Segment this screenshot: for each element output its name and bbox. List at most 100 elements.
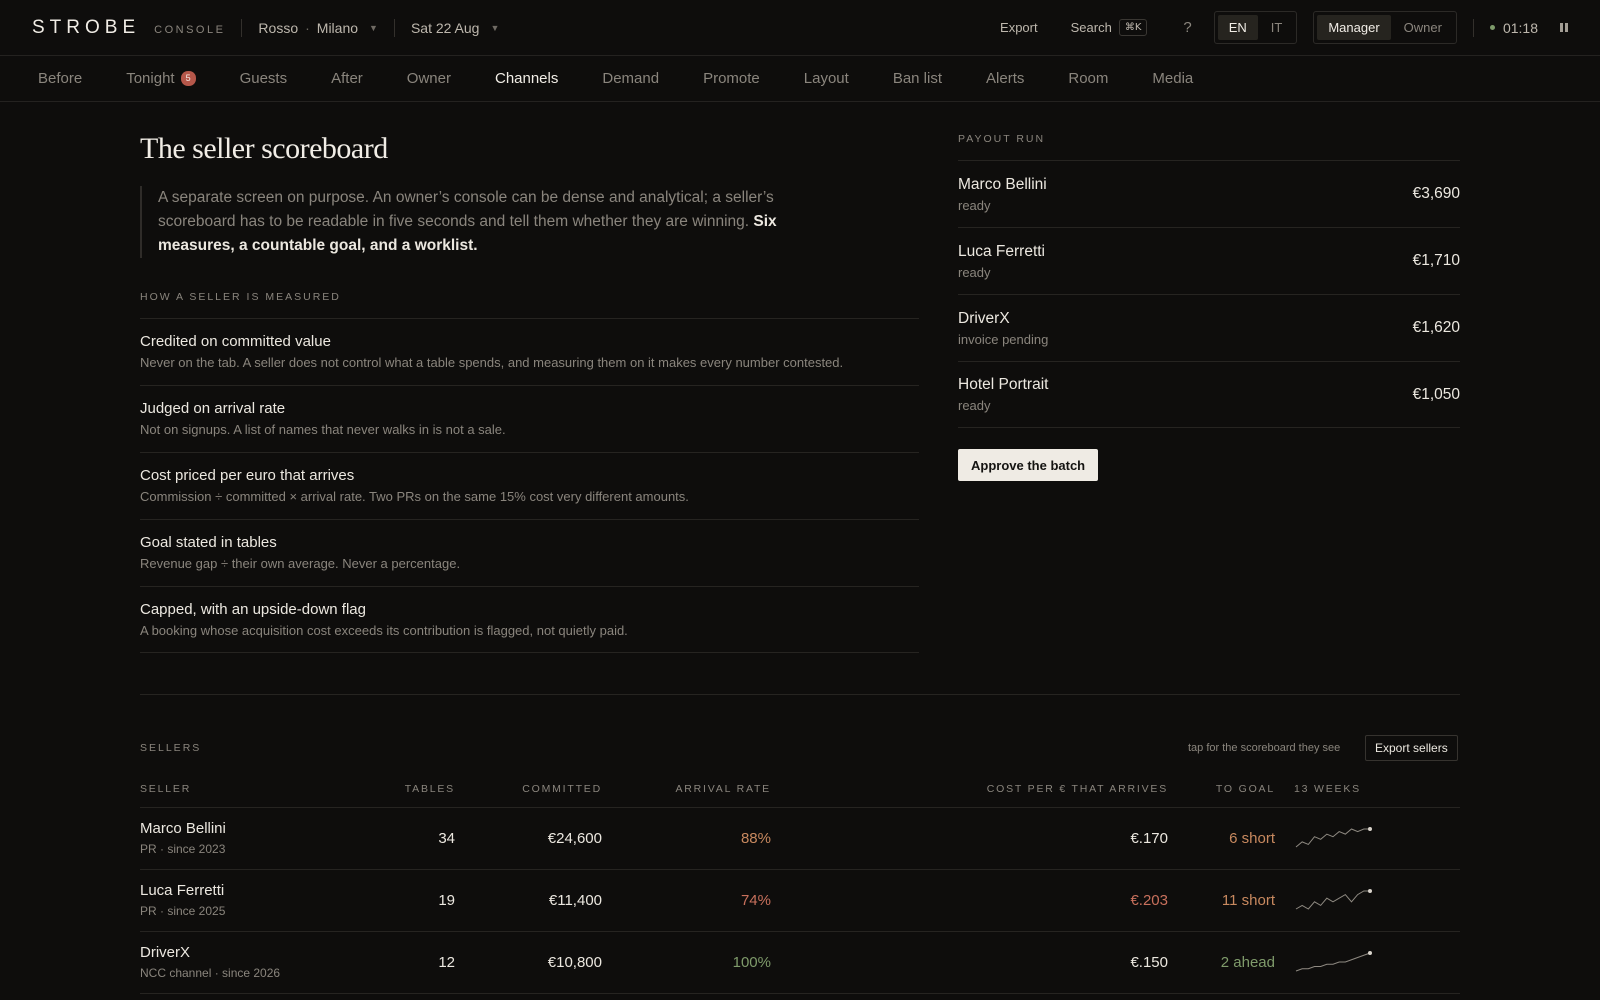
measure-description: Commission ÷ committed × arrival rate. T… [140,489,689,504]
seller-cost-per-euro: €.170 [1130,830,1168,847]
app-logo[interactable]: STROBE [32,17,140,39]
seller-to-goal: 11 short [1221,892,1275,909]
table-header: SELLER TABLES COMMITTED ARRIVAL RATE COS… [140,778,1460,808]
measures-list: Credited on committed value Never on the… [140,318,919,653]
date-label: Sat 22 Aug [410,19,480,36]
search-button[interactable]: Search ⌘K [1071,19,1148,36]
role-manager[interactable]: Manager [1317,15,1391,40]
payee-name: Hotel Portrait [958,376,1049,393]
seller-row[interactable]: Luca Ferretti PR · since 2025 19 €11,400… [140,870,1460,932]
language-en[interactable]: EN [1217,15,1258,40]
seller-committed: €10,800 [547,954,602,971]
measure-title: Goal stated in tables [140,534,277,551]
measure-description: Never on the tab. A seller does not cont… [140,355,844,370]
payout-row[interactable]: Marco Bellini ready €3,690 [958,160,1460,227]
column-header-seller[interactable]: SELLER [140,783,191,795]
payout-heading: Payout run [958,133,1046,145]
column-header-cost[interactable]: COST PER € THAT ARRIVES [987,783,1168,795]
seller-tables: 12 [438,954,455,971]
divider [1472,18,1474,37]
nav-before[interactable]: Before [38,70,82,87]
nav-tonight-label: Tonight [126,70,175,87]
approve-batch-button[interactable]: Approve the batch [958,449,1099,481]
clock-time: 01:18 [1502,19,1538,36]
seller-arrival-rate: 88% [740,830,771,847]
seller-meta: NCC channel · since 2026 [140,966,281,980]
column-header-13-weeks: 13 WEEKS [1294,783,1361,795]
trend-sparkline [1295,951,1372,972]
sparkline-endpoint [1368,827,1372,831]
export-button[interactable]: Export [1000,20,1038,35]
nav-ban-list[interactable]: Ban list [893,70,942,87]
payout-amount: €1,710 [1412,252,1460,269]
role-owner[interactable]: Owner [1393,15,1453,40]
seller-tables: 19 [438,892,455,909]
trend-sparkline [1295,889,1372,910]
language-it[interactable]: IT [1260,15,1294,40]
seller-committed: €24,600 [547,830,602,847]
nav-tonight[interactable]: Tonight 5 [126,70,196,87]
seller-row[interactable]: DriverX NCC channel · since 2026 12 €10,… [140,932,1460,994]
trend-sparkline [1295,827,1372,848]
seller-cost-per-euro: €.150 [1130,954,1168,971]
column-header-to-goal[interactable]: TO GOAL [1216,783,1275,795]
payout-amount: €1,620 [1412,319,1460,336]
seller-meta: PR · since 2023 [140,842,226,856]
sellers-table: SELLER TABLES COMMITTED ARRIVAL RATE COS… [140,778,1460,994]
seller-committed: €11,400 [548,892,602,909]
seller-meta: PR · since 2025 [140,904,226,918]
measure-description: Not on signups. A list of names that nev… [140,422,506,437]
chevron-down-icon: ▼ [490,22,500,33]
measure-title: Credited on committed value [140,333,331,350]
measure-item: Credited on committed value Never on the… [140,318,919,385]
keyboard-shortcut: ⌘K [1118,19,1148,36]
main-nav: Before Tonight 5 Guests After Owner Chan… [0,56,1600,102]
payout-row[interactable]: Hotel Portrait ready €1,050 [958,361,1460,428]
payout-amount: €3,690 [1412,185,1460,202]
column-header-arrival-rate[interactable]: ARRIVAL RATE [675,783,771,795]
nav-layout[interactable]: Layout [804,70,849,87]
payout-row[interactable]: Luca Ferretti ready €1,710 [958,227,1460,294]
seller-name: Marco Bellini [140,820,226,837]
measure-title: Judged on arrival rate [140,400,286,417]
measure-item: Judged on arrival rate Not on signups. A… [140,385,919,452]
pause-icon[interactable] [1560,23,1568,32]
live-clock: 01:18 [1489,19,1538,36]
help-icon[interactable]: ? [1183,19,1191,36]
column-header-committed[interactable]: COMMITTED [522,783,602,795]
payout-list: Marco Bellini ready €3,690 Luca Ferretti… [958,160,1460,428]
nav-guests[interactable]: Guests [240,70,288,87]
measure-item: Capped, with an upside-down flag A booki… [140,586,919,653]
sparkline-path [1295,890,1370,910]
seller-name: Luca Ferretti [140,882,225,899]
nav-channels[interactable]: Channels [495,70,558,87]
venue-selector[interactable]: Rosso · Milano ▼ [258,20,378,36]
payout-status: invoice pending [958,331,1049,347]
language-toggle: EN IT [1213,11,1298,44]
export-sellers-button[interactable]: Export sellers [1365,735,1458,761]
payout-status: ready [958,398,991,413]
nav-demand[interactable]: Demand [602,70,659,87]
nav-owner[interactable]: Owner [407,70,451,87]
seller-tables: 34 [438,830,455,847]
nav-alerts[interactable]: Alerts [986,70,1024,87]
column-header-tables[interactable]: TABLES [405,783,455,795]
nav-room[interactable]: Room [1068,70,1108,87]
app-subtitle: CONSOLE [154,24,226,36]
sparkline-endpoint [1368,889,1372,893]
measure-title: Cost priced per euro that arrives [140,467,355,484]
nav-promote[interactable]: Promote [703,70,760,87]
sparkline-path [1295,952,1371,972]
nav-media[interactable]: Media [1152,70,1193,87]
venue-name: Rosso [258,19,299,36]
payout-row[interactable]: DriverX invoice pending €1,620 [958,294,1460,361]
venue-separator: · [305,19,310,36]
page-title: The seller scoreboard [140,132,388,165]
payee-name: Marco Bellini [958,175,1047,193]
payout-status: ready [958,197,991,213]
nav-after[interactable]: After [331,70,363,87]
sellers-hint: tap for the scoreboard they see [1188,742,1341,754]
seller-row[interactable]: Marco Bellini PR · since 2023 34 €24,600… [140,808,1460,870]
date-selector[interactable]: Sat 22 Aug ▼ [411,20,499,36]
seller-cost-per-euro: €.203 [1130,892,1168,909]
